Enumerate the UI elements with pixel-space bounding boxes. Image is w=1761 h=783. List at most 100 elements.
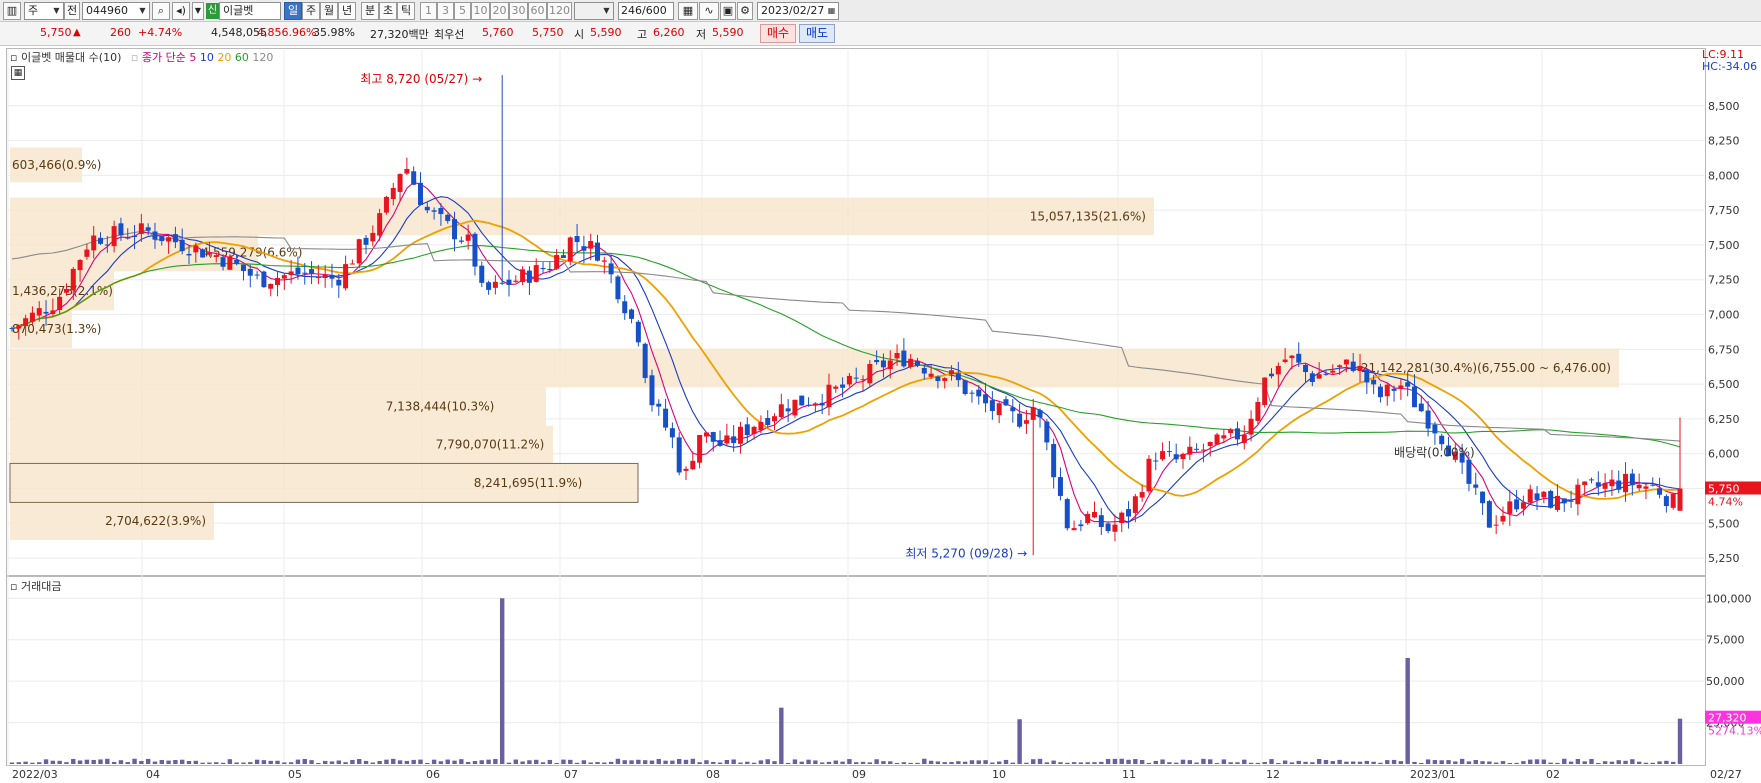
- minute-option-5[interactable]: 5: [454, 2, 471, 20]
- layout-icon[interactable]: ▥: [3, 2, 21, 20]
- save-icon[interactable]: ▣: [720, 2, 736, 20]
- buy-button[interactable]: 매수: [760, 24, 796, 43]
- price-tick-label: 8,000: [1708, 169, 1740, 182]
- low-price: 5,590: [712, 26, 744, 39]
- minute-option-3[interactable]: 3: [437, 2, 454, 20]
- legend-ma-120: 120: [252, 51, 274, 64]
- price-tick-label: 6,500: [1708, 378, 1740, 391]
- price-tick-label: 8,250: [1708, 135, 1740, 148]
- minute-option-30[interactable]: 30: [509, 2, 528, 20]
- data-count-field[interactable]: 246/600: [618, 2, 674, 20]
- x-tick-label: 02/27: [1710, 768, 1742, 781]
- x-tick-label: 02: [1546, 768, 1560, 781]
- volume-tick-label: 25,000: [1706, 717, 1745, 730]
- current-price: 5,750: [40, 26, 72, 39]
- price-tag: 5,750: [1708, 482, 1740, 495]
- vol-tag-bg: [1705, 710, 1761, 724]
- trade-amount-panel[interactable]: [6, 576, 1706, 766]
- new-listing-badge: 신: [206, 3, 219, 19]
- stock-code-value: 044960: [86, 4, 128, 17]
- up-arrow-icon: ▲: [73, 27, 81, 38]
- quote-bar: 5,750 ▲ 260 +4.74% 4,548,055 4,856.96% 3…: [0, 22, 1761, 46]
- period-type-select[interactable]: 주 ▼: [24, 2, 64, 20]
- legend-ma-label: 종가 단순: [141, 51, 186, 64]
- price-change: 260: [110, 26, 131, 39]
- indicator-icon[interactable]: ▦: [678, 2, 698, 20]
- date-value: 2023/02/27: [761, 4, 825, 17]
- gear-icon[interactable]: ⚙: [737, 2, 753, 20]
- minute-option-1[interactable]: 1: [420, 2, 437, 20]
- minute-option-10[interactable]: 10: [471, 2, 490, 20]
- volume-tick-label: 75,000: [1706, 634, 1745, 647]
- x-tick-label: 08: [706, 768, 720, 781]
- open-label: 시: [574, 28, 585, 41]
- compare-mode-button[interactable]: 전: [64, 2, 80, 20]
- drawing-tool-icon[interactable]: ∿: [699, 2, 719, 20]
- best-ask-price: 5,760: [482, 26, 514, 39]
- price-tick-label: 6,750: [1708, 343, 1740, 356]
- date-field[interactable]: 2023/02/27 ▦: [757, 2, 839, 20]
- x-tick-label: 10: [992, 768, 1006, 781]
- x-tick-label: 2023/01: [1410, 768, 1456, 781]
- x-tick-label: 2022/03: [12, 768, 58, 781]
- chevron-down-icon: ▼: [139, 6, 146, 15]
- best-bid-price: 5,750: [532, 26, 564, 39]
- pct-tag: 4.74%: [1708, 495, 1743, 508]
- period-second-button[interactable]: 초: [379, 2, 397, 20]
- volume-panel-title: ▫ 거래대금: [10, 580, 62, 593]
- minute-custom-select[interactable]: ▼: [574, 2, 614, 20]
- turnover-rate: 35.98%: [313, 26, 355, 39]
- chart-toolbar: ▥ 주 ▼ 전 044960 ▼ ⌕ ◂) ▼ 신 이글벳 일 주 월 년 분 …: [0, 0, 1761, 22]
- calendar-icon[interactable]: ▦: [826, 4, 837, 18]
- price-chart-panel[interactable]: [6, 48, 1706, 576]
- volume-tick-label: 50,000: [1706, 675, 1745, 688]
- stock-name-field[interactable]: 이글벳: [219, 2, 281, 20]
- x-tick-label: 05: [288, 768, 302, 781]
- minute-option-20[interactable]: 20: [490, 2, 509, 20]
- chevron-down-icon: ▼: [53, 6, 60, 15]
- x-tick-label: 09: [852, 768, 866, 781]
- legend-ma-20: 20: [217, 51, 232, 64]
- calculator-icon[interactable]: ▦: [11, 66, 25, 80]
- chart-legend: ▫ 이글벳 매물대 수(10) ▫ 종가 단순 5 10 20 60 120: [10, 51, 274, 64]
- stock-code-input[interactable]: 044960 ▼: [82, 2, 150, 20]
- price-tick-label: 8,500: [1708, 100, 1740, 113]
- legend-ma-5: 5: [189, 51, 197, 64]
- volume-ratio: 4,856.96%: [257, 26, 317, 39]
- price-tick-label: 5,500: [1708, 517, 1740, 530]
- minute-option-60[interactable]: 60: [528, 2, 547, 20]
- high-label: 고: [637, 28, 648, 41]
- price-tick-label: 5,250: [1708, 552, 1740, 565]
- period-tick-button[interactable]: 틱: [397, 2, 415, 20]
- data-count-total: /600: [642, 4, 667, 17]
- legend-ma-60: 60: [234, 51, 249, 64]
- low-label: 저: [696, 28, 707, 41]
- price-tag-bg: [1705, 481, 1761, 495]
- period-daily-button[interactable]: 일: [284, 2, 302, 20]
- vol-tag: 27,320: [1708, 712, 1747, 725]
- x-tick-label: 04: [146, 768, 160, 781]
- price-tick-label: 7,250: [1708, 274, 1740, 287]
- period-type-value: 주: [28, 4, 39, 17]
- period-yearly-button[interactable]: 년: [338, 2, 356, 20]
- vol-pct-tag: 5274.13%: [1708, 725, 1761, 738]
- data-count-current: 246: [621, 4, 642, 17]
- volume-tick-label: 100,000: [1706, 592, 1752, 605]
- search-icon[interactable]: ⌕: [152, 2, 170, 20]
- high-price: 6,260: [653, 26, 685, 39]
- period-weekly-button[interactable]: 주: [302, 2, 320, 20]
- change-percent: +4.74%: [138, 26, 183, 39]
- period-monthly-button[interactable]: 월: [320, 2, 338, 20]
- chevron-down-icon: ▼: [603, 6, 610, 15]
- x-tick-label: 06: [426, 768, 440, 781]
- x-tick-label: 11: [1122, 768, 1136, 781]
- price-tick-label: 6,250: [1708, 413, 1740, 426]
- minute-option-120[interactable]: 120: [547, 2, 572, 20]
- sell-button[interactable]: 매도: [799, 24, 835, 43]
- chevron-down-icon[interactable]: ▼: [192, 2, 204, 20]
- speaker-icon[interactable]: ◂): [172, 2, 190, 20]
- price-tick-label: 7,500: [1708, 239, 1740, 252]
- price-tick-label: 7,750: [1708, 204, 1740, 217]
- best-quote-label: 최우선: [434, 28, 465, 41]
- period-minute-button[interactable]: 분: [361, 2, 379, 20]
